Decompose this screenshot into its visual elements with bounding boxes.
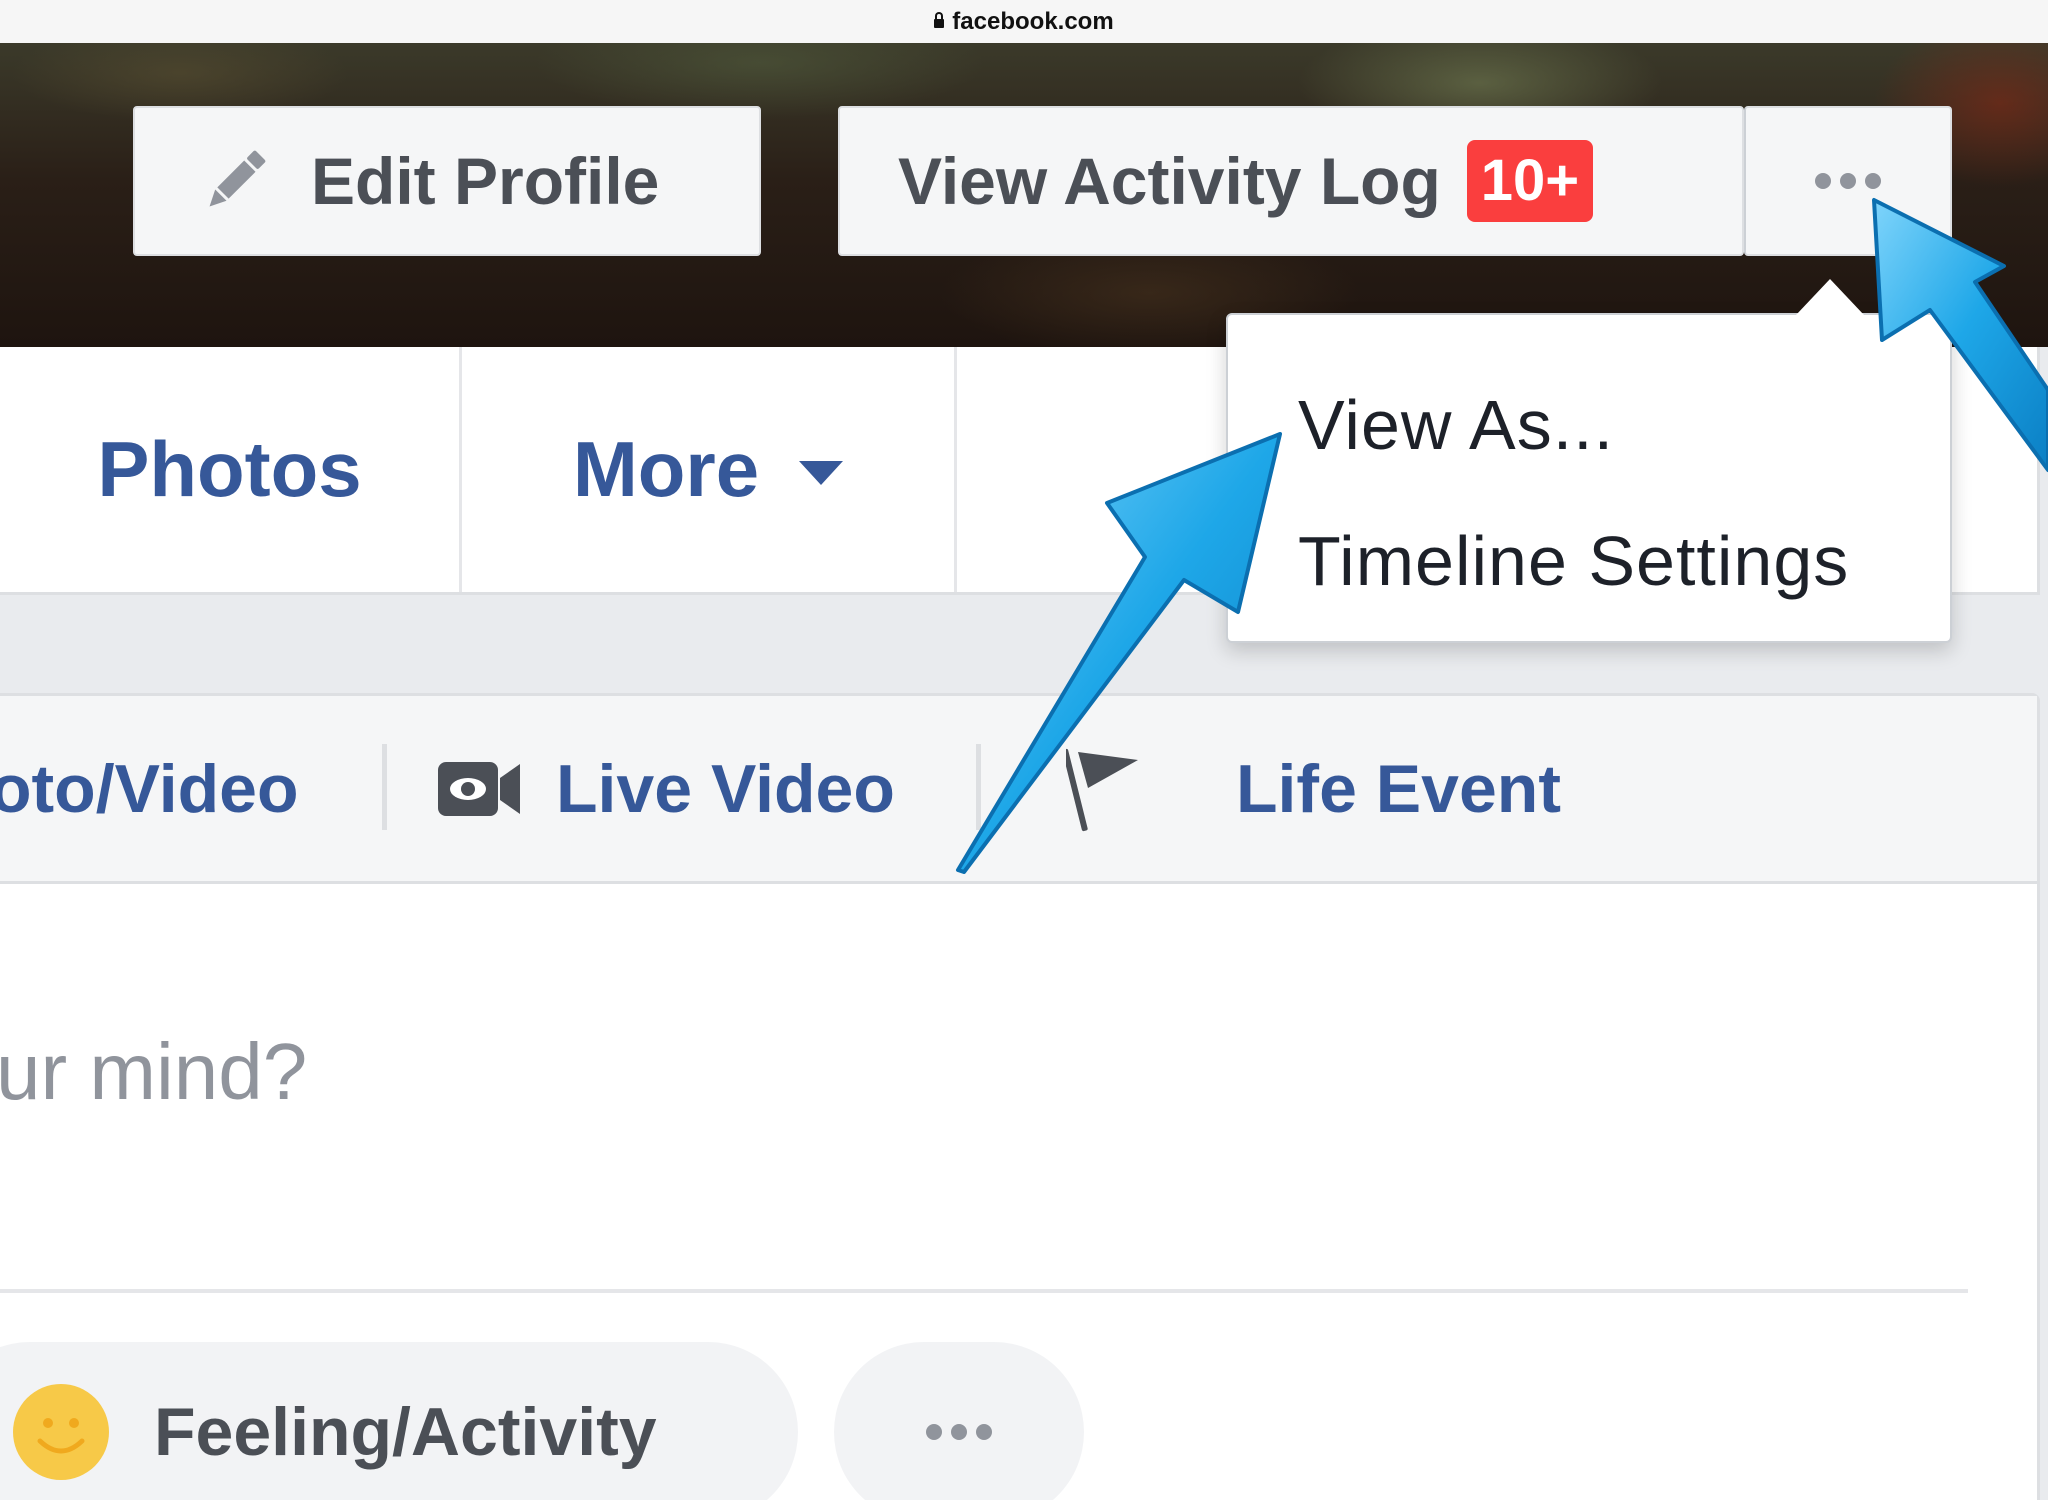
tab-more-label: More — [572, 425, 760, 513]
activity-log-badge: 10+ — [1466, 140, 1594, 222]
caret-down-icon — [799, 460, 844, 485]
composer-more-button[interactable] — [834, 1342, 1084, 1500]
composer-tab-photo-label: oto/Video — [0, 750, 299, 827]
edit-profile-label: Edit Profile — [311, 144, 660, 218]
address-bar[interactable]: facebook.com — [0, 0, 2048, 43]
video-camera-icon — [438, 761, 520, 816]
edit-profile-button[interactable]: Edit Profile — [133, 106, 761, 256]
menu-pointer — [1796, 279, 1864, 315]
composer-tab-life-label: Life Event — [1236, 750, 1561, 827]
pencil-icon — [209, 150, 266, 207]
composer-tab-life-event[interactable]: Life Event — [1066, 696, 1561, 881]
url-text: facebook.com — [952, 7, 1114, 35]
menu-item-timeline-settings[interactable]: Timeline Settings — [1228, 505, 1950, 641]
view-activity-log-button[interactable]: View Activity Log 10+ — [838, 106, 1744, 256]
smiley-icon — [13, 1384, 109, 1480]
activity-log-label: View Activity Log — [898, 144, 1441, 218]
more-options-button[interactable] — [1744, 106, 1952, 256]
composer-tab-live-video[interactable]: Live Video — [436, 696, 895, 881]
composer-prompt[interactable]: ur mind? — [0, 1026, 307, 1118]
tab-photos-label: Photos — [97, 425, 362, 513]
tab-more[interactable]: More — [462, 347, 957, 592]
composer-tab-live-label: Live Video — [556, 750, 895, 827]
composer-tab-photo-video[interactable]: oto/Video — [0, 696, 299, 881]
tab-photos[interactable]: Photos — [0, 347, 462, 592]
composer-tabs: oto/Video Live Video Life Event — [0, 696, 2037, 884]
feeling-activity-label: Feeling/Activity — [154, 1394, 657, 1470]
lock-icon — [934, 11, 945, 29]
flag-icon — [1066, 748, 1138, 831]
menu-item-view-as[interactable]: View As... — [1228, 369, 1950, 505]
more-dots-icon — [1815, 173, 1881, 189]
composer-tab-divider — [382, 744, 387, 830]
post-composer: oto/Video Live Video Life Event ur mind? — [0, 693, 2040, 1500]
more-dots-icon — [926, 1424, 992, 1440]
more-options-menu: View As... Timeline Settings — [1226, 279, 1952, 643]
composer-divider — [0, 1289, 1968, 1293]
feeling-activity-button[interactable]: Feeling/Activity — [0, 1342, 798, 1500]
composer-tab-divider — [976, 744, 981, 830]
